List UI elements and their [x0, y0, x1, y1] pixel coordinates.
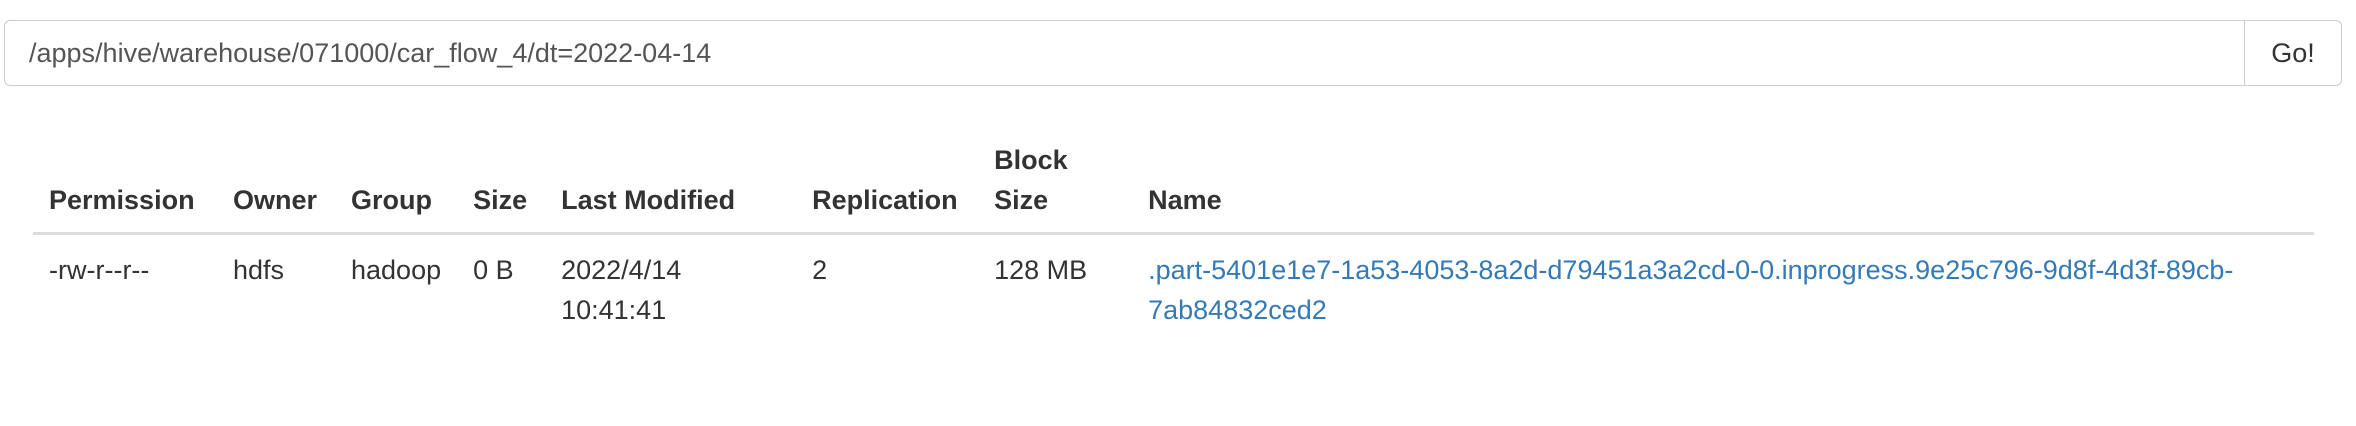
- cell-permission: -rw-r--r--: [33, 234, 217, 343]
- header-block-size-label: Block Size: [994, 145, 1068, 215]
- last-modified-value: 2022/4/14 10:41:41: [561, 255, 682, 325]
- table-header-row: Permission Owner Group Size Last Modifie…: [33, 128, 2314, 235]
- cell-name: .part-5401e1e7-1a53-4053-8a2d-d79451a3a2…: [1132, 234, 2314, 343]
- permission-value: -rw-r--r--: [49, 255, 150, 285]
- header-block-size[interactable]: Block Size: [978, 128, 1133, 235]
- cell-replication: 2: [812, 255, 828, 285]
- header-name[interactable]: Name: [1132, 128, 2314, 235]
- header-owner[interactable]: Owner: [217, 128, 335, 235]
- header-replication[interactable]: Replication: [796, 128, 979, 235]
- path-input[interactable]: [4, 20, 2244, 86]
- table-row: -rw-r--r-- hdfs hadoop 0 B 2022/4/14 10:…: [33, 234, 2314, 343]
- cell-size: 0 B: [473, 255, 514, 285]
- header-permission[interactable]: Permission: [33, 128, 217, 235]
- file-listing-table: Permission Owner Group Size Last Modifie…: [33, 128, 2314, 342]
- path-bar: Go!: [4, 20, 2342, 86]
- header-last-modified[interactable]: Last Modified: [545, 128, 797, 235]
- cell-owner: hdfs: [233, 255, 285, 285]
- cell-block-size: 128 MB: [994, 255, 1088, 285]
- file-name-link[interactable]: .part-5401e1e7-1a53-4053-8a2d-d79451a3a2…: [1148, 255, 2233, 325]
- cell-group: hadoop: [351, 255, 442, 285]
- header-size[interactable]: Size: [457, 128, 546, 235]
- go-button[interactable]: Go!: [2244, 20, 2342, 86]
- header-group[interactable]: Group: [335, 128, 458, 235]
- cell-last-modified: 2022/4/14 10:41:41: [545, 234, 796, 343]
